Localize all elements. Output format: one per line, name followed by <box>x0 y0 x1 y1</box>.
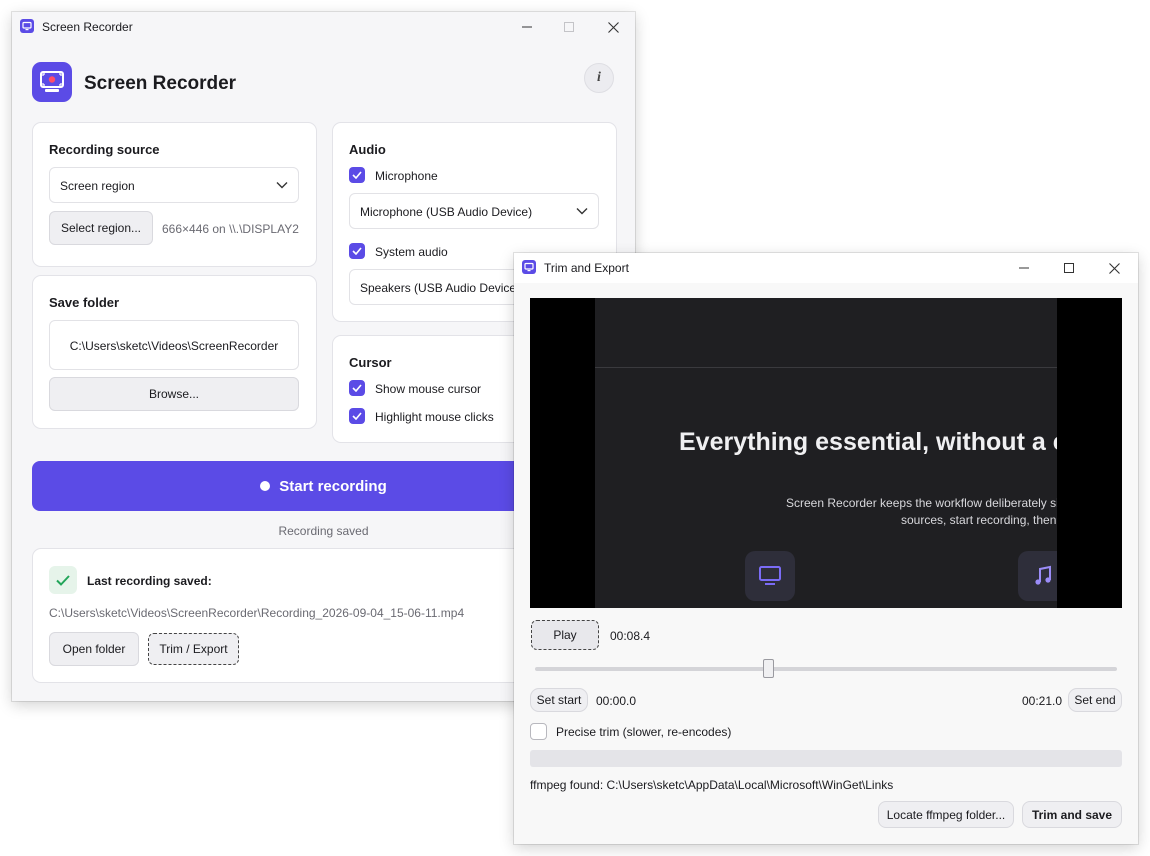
maximize-icon <box>1064 263 1074 273</box>
chevron-down-icon <box>276 182 288 189</box>
close-icon <box>1108 262 1120 274</box>
timeline-track <box>535 667 1117 671</box>
app-logo <box>32 62 72 102</box>
main-titlebar: Screen Recorder <box>12 12 635 42</box>
highlight-clicks-label: Highlight mouse clicks <box>375 410 494 424</box>
precise-trim-label: Precise trim (slower, re-encodes) <box>556 725 732 739</box>
microphone-device-dropdown[interactable]: Microphone (USB Audio Device) <box>349 193 599 229</box>
maximize-icon <box>564 22 574 32</box>
set-start-button[interactable]: Set start <box>530 688 588 712</box>
music-note-icon <box>1035 565 1051 585</box>
timeline-playhead[interactable] <box>763 659 774 678</box>
close-button[interactable] <box>1092 253 1136 283</box>
page-title: Screen Recorder <box>84 73 237 94</box>
trim-and-save-button[interactable]: Trim and save <box>1022 801 1122 828</box>
trim-export-window: Trim and Export Everything essential, wi… <box>514 253 1138 844</box>
checkmark-icon <box>352 247 362 255</box>
highlight-clicks-checkbox[interactable] <box>349 408 365 424</box>
checkmark-icon <box>352 171 362 179</box>
frame-divider <box>595 367 1057 368</box>
window-title: Trim and Export <box>544 261 629 275</box>
microphone-label: Microphone <box>375 169 438 183</box>
save-folder-card: Save folder C:\Users\sketc\Videos\Screen… <box>32 275 317 429</box>
set-end-button[interactable]: Set end <box>1068 688 1122 712</box>
checkmark-icon <box>352 412 362 420</box>
close-button[interactable] <box>591 12 635 42</box>
preview-subline-2: sources, start recording, then <box>901 513 1057 527</box>
minimize-button[interactable] <box>505 12 549 42</box>
microphone-device-value: Microphone (USB Audio Device) <box>360 205 533 219</box>
select-region-button[interactable]: Select region... <box>49 211 153 245</box>
show-cursor-label: Show mouse cursor <box>375 382 482 396</box>
timeline-slider[interactable] <box>535 657 1117 681</box>
close-icon <box>607 21 619 33</box>
last-recording-title: Last recording saved: <box>87 574 212 588</box>
export-progress-bar <box>530 750 1122 767</box>
chevron-down-icon <box>576 208 588 215</box>
microphone-checkbox[interactable] <box>349 167 365 183</box>
preview-subline-1: Screen Recorder keeps the workflow delib… <box>786 496 1057 510</box>
ffmpeg-status: ffmpeg found: C:\Users\sketc\AppData\Loc… <box>530 778 894 792</box>
success-badge <box>49 566 77 594</box>
minimize-button[interactable] <box>1002 253 1046 283</box>
trim-titlebar: Trim and Export <box>514 253 1138 283</box>
open-folder-button[interactable]: Open folder <box>49 632 139 666</box>
preview-headline: Everything essential, without a c <box>679 428 1057 456</box>
save-folder-path-field[interactable]: C:\Users\sketc\Videos\ScreenRecorder <box>49 320 299 370</box>
checkmark-icon <box>56 574 70 586</box>
source-dropdown-value: Screen region <box>60 179 135 193</box>
save-folder-path: C:\Users\sketc\Videos\ScreenRecorder <box>69 339 279 353</box>
recording-source-card: Recording source Screen region Select re… <box>32 122 317 267</box>
app-icon <box>522 260 536 274</box>
start-recording-label: Start recording <box>279 477 387 495</box>
checkmark-icon <box>352 384 362 392</box>
play-button[interactable]: Play <box>531 620 599 650</box>
end-time: 00:21.0 <box>1022 694 1063 708</box>
locate-ffmpeg-button[interactable]: Locate ffmpeg folder... <box>878 801 1014 828</box>
save-folder-title: Save folder <box>49 295 120 310</box>
monitor-icon <box>759 566 781 585</box>
speaker-device-value: Speakers (USB Audio Device) <box>360 281 521 295</box>
source-dropdown[interactable]: Screen region <box>49 167 299 203</box>
current-time: 00:08.4 <box>610 629 651 643</box>
info-icon: i <box>597 70 601 85</box>
video-preview: Everything essential, without a c Screen… <box>530 298 1122 608</box>
app-icon <box>20 19 34 33</box>
info-button[interactable]: i <box>584 63 614 93</box>
show-cursor-checkbox[interactable] <box>349 380 365 396</box>
start-time: 00:00.0 <box>596 694 637 708</box>
screen-record-icon <box>32 62 72 102</box>
trim-export-button[interactable]: Trim / Export <box>148 633 239 665</box>
last-recording-path: C:\Users\sketc\Videos\ScreenRecorder\Rec… <box>49 606 465 620</box>
window-title: Screen Recorder <box>42 20 133 34</box>
minimize-icon <box>522 26 532 28</box>
system-audio-label: System audio <box>375 245 448 259</box>
minimize-icon <box>1019 267 1029 269</box>
record-dot-icon <box>260 481 271 491</box>
preview-tile-monitor <box>745 551 795 601</box>
recording-source-title: Recording source <box>49 142 160 157</box>
maximize-button[interactable] <box>547 12 591 42</box>
precise-trim-checkbox[interactable] <box>530 723 547 740</box>
maximize-button[interactable] <box>1047 253 1091 283</box>
audio-title: Audio <box>349 142 386 157</box>
system-audio-checkbox[interactable] <box>349 243 365 259</box>
cursor-title: Cursor <box>349 355 392 370</box>
preview-tile-music <box>1018 551 1057 601</box>
video-frame: Everything essential, without a c Screen… <box>595 298 1057 608</box>
browse-button[interactable]: Browse... <box>49 377 299 411</box>
region-info: 666×446 on \\.\DISPLAY2 <box>162 222 299 236</box>
